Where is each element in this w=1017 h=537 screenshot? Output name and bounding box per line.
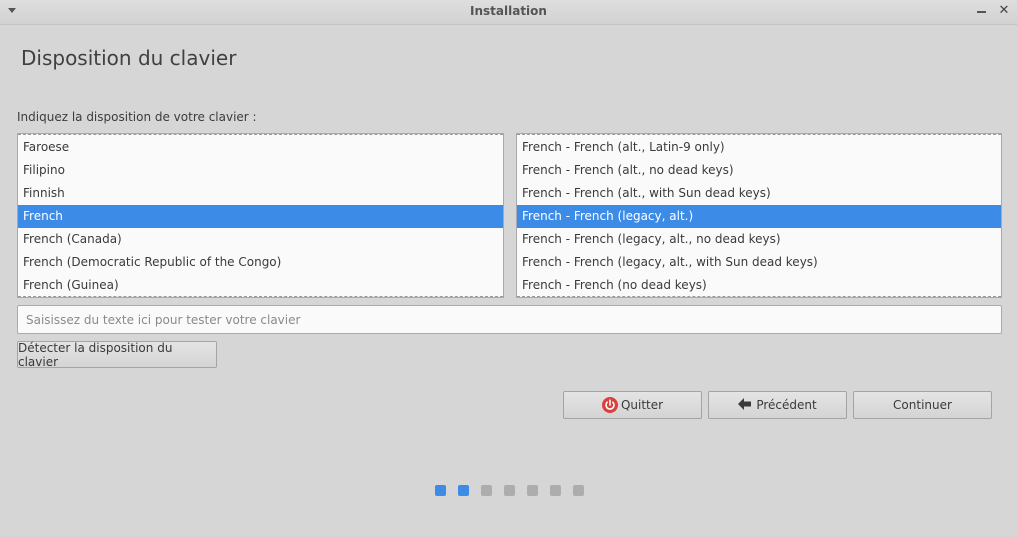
continue-label: Continuer [893, 398, 952, 412]
progress-dot [458, 485, 469, 496]
page-title: Disposition du clavier [21, 46, 237, 70]
quit-label: Quitter [620, 398, 664, 412]
back-button[interactable]: Précédent [708, 391, 847, 419]
quit-button[interactable]: Quitter [563, 391, 702, 419]
variant-list-item[interactable]: French - French (alt., with Sun dead key… [517, 182, 1001, 205]
progress-dot [573, 485, 584, 496]
variant-list-item[interactable]: French - French (legacy, alt., no dead k… [517, 228, 1001, 251]
keyboard-test-input[interactable] [17, 305, 1002, 334]
layout-prompt-label: Indiquez la disposition de votre clavier… [17, 110, 257, 124]
installer-window: Installation ✕ Disposition du clavier In… [0, 0, 1017, 537]
title-bar: Installation ✕ [0, 0, 1017, 25]
variant-list-item[interactable]: French - French (legacy, alt.) [517, 205, 1001, 228]
layout-list-item[interactable]: French [18, 205, 503, 228]
variant-list-item[interactable]: French - French (no dead keys) [517, 274, 1001, 297]
layout-list-item[interactable]: French (Guinea) [18, 274, 503, 297]
back-label: Précédent [756, 398, 817, 412]
layout-list-item[interactable]: Filipino [18, 159, 503, 182]
variant-list-item[interactable]: French - French (alt., no dead keys) [517, 159, 1001, 182]
detect-layout-button[interactable]: Détecter la disposition du clavier [17, 340, 217, 369]
layout-list-item[interactable]: French (Democratic Republic of the Congo… [18, 251, 503, 274]
arrow-left-icon [738, 397, 752, 413]
progress-dot [527, 485, 538, 496]
layout-list-item[interactable]: French (Canada) [18, 228, 503, 251]
progress-dot [550, 485, 561, 496]
layout-list[interactable]: Faroese Filipino Finnish French French (Cana… [17, 133, 504, 298]
variant-list-item[interactable]: French - French (legacy, alt., with Sun … [517, 251, 1001, 274]
continue-button[interactable]: Continuer [853, 391, 992, 419]
close-icon[interactable]: ✕ [997, 3, 1011, 19]
variant-list-item[interactable]: French - French (alt., Latin-9 only) [517, 136, 1001, 159]
layout-list-item[interactable]: Finnish [18, 182, 503, 205]
progress-dot [435, 485, 446, 496]
detect-layout-label: Détecter la disposition du clavier [18, 340, 173, 369]
power-icon [601, 397, 618, 413]
minimize-icon[interactable] [977, 11, 986, 13]
progress-dot [481, 485, 492, 496]
variant-list[interactable]: French - French (alt., Latin-9 only) Fren… [516, 133, 1002, 298]
layout-list-item[interactable]: Faroese [18, 136, 503, 159]
window-title: Installation [470, 4, 547, 18]
progress-dot [504, 485, 515, 496]
